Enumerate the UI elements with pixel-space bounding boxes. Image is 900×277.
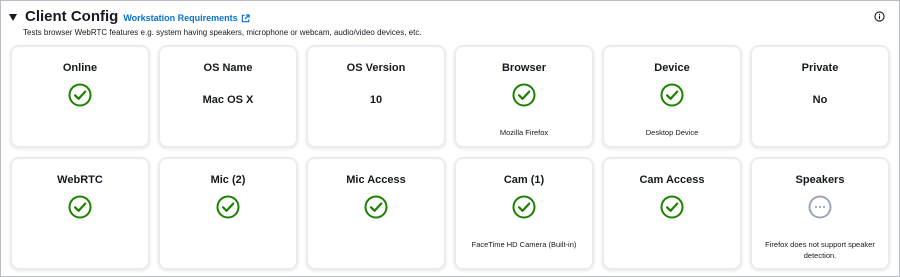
card-mic-access: Mic Access bbox=[306, 157, 446, 270]
check-circle-icon bbox=[660, 195, 684, 219]
card-mic: Mic (2) bbox=[158, 157, 298, 270]
card-title: Online bbox=[62, 62, 98, 74]
check-circle-icon bbox=[216, 195, 240, 219]
card-speakers: Speakers Firefox does not support speake… bbox=[750, 157, 890, 270]
card-detail: Firefox does not support speaker detecti… bbox=[765, 240, 875, 260]
check-circle-icon bbox=[364, 195, 388, 219]
card-device: Device Desktop Device bbox=[602, 45, 742, 148]
pending-ellipsis-icon bbox=[808, 195, 832, 219]
card-title: WebRTC bbox=[57, 174, 103, 186]
card-online: Online bbox=[10, 45, 150, 148]
card-detail: FaceTime HD Camera (Built-in) bbox=[471, 240, 577, 249]
check-circle-icon bbox=[68, 195, 92, 219]
info-icon[interactable] bbox=[874, 11, 885, 22]
config-card-grid: Online OS Name Mac OS X OS Version 10 Br… bbox=[10, 45, 891, 270]
card-title: Cam (1) bbox=[503, 174, 545, 186]
client-config-panel: Client Config Workstation Requirements T… bbox=[0, 0, 900, 277]
card-title: Browser bbox=[501, 62, 547, 74]
panel-description: Tests browser WebRTC features e.g. syste… bbox=[23, 28, 422, 37]
card-title: Mic (2) bbox=[210, 174, 246, 186]
collapse-caret-icon[interactable] bbox=[9, 13, 17, 21]
card-os-version: OS Version 10 bbox=[306, 45, 446, 148]
panel-header: Client Config Workstation Requirements bbox=[9, 8, 250, 25]
card-cam: Cam (1) FaceTime HD Camera (Built-in) bbox=[454, 157, 594, 270]
card-detail: Mozilla Firefox bbox=[499, 128, 549, 137]
card-private: Private No bbox=[750, 45, 890, 148]
card-title: Mic Access bbox=[346, 174, 406, 186]
card-title: OS Version bbox=[346, 62, 406, 74]
card-value: No bbox=[812, 94, 828, 106]
workstation-requirements-link-label: Workstation Requirements bbox=[123, 13, 238, 23]
check-circle-icon bbox=[660, 83, 684, 107]
panel-title: Client Config bbox=[25, 8, 119, 25]
card-title: Cam Access bbox=[639, 174, 705, 186]
card-detail: Desktop Device bbox=[645, 128, 699, 137]
check-circle-icon bbox=[68, 83, 92, 107]
workstation-requirements-link[interactable]: Workstation Requirements bbox=[123, 13, 250, 23]
card-webrtc: WebRTC bbox=[10, 157, 150, 270]
card-value: Mac OS X bbox=[202, 94, 254, 106]
card-title: OS Name bbox=[203, 62, 253, 74]
card-os-name: OS Name Mac OS X bbox=[158, 45, 298, 148]
card-title: Device bbox=[654, 62, 690, 74]
check-circle-icon bbox=[512, 83, 536, 107]
check-circle-icon bbox=[512, 195, 536, 219]
card-cam-access: Cam Access bbox=[602, 157, 742, 270]
card-browser: Browser Mozilla Firefox bbox=[454, 45, 594, 148]
card-title: Speakers bbox=[795, 174, 845, 186]
external-link-icon bbox=[241, 13, 250, 22]
card-title: Private bbox=[801, 62, 839, 74]
card-value: 10 bbox=[369, 94, 383, 106]
